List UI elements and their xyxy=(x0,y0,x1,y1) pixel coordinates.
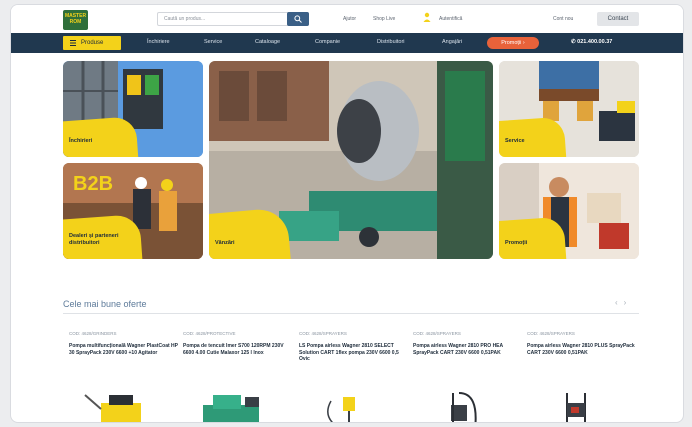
product-category: Cod: 4628/GRINDERS xyxy=(69,331,117,336)
tile-vanzari[interactable]: Vânzări xyxy=(209,61,493,259)
search-button[interactable] xyxy=(287,12,309,26)
menu-icon xyxy=(70,40,76,46)
product-name[interactable]: Pompa airless Wagner 2810 PRO HEA SprayP… xyxy=(413,343,523,356)
phone-icon: ✆ xyxy=(571,39,576,45)
nav-link-companie[interactable]: Companie xyxy=(315,39,340,45)
nav-link-angajari[interactable]: Angajări xyxy=(442,39,462,45)
section-title: Cele mai bune oferte xyxy=(63,299,147,309)
phone-label: 021.400.00.37 xyxy=(577,39,613,45)
tile-distribuitori[interactable]: B2B Dealeri și parteneri distribuitori xyxy=(63,163,203,259)
nav-link-cataloage[interactable]: Cataloage xyxy=(255,39,280,45)
tile-label-inchirieri: Închirieri xyxy=(69,138,93,144)
user-icon[interactable] xyxy=(423,12,431,22)
product-card[interactable]: Cod: 4628/SPRAYERS Pompa airless Wagner … xyxy=(413,331,523,423)
tile-promotii[interactable]: Promoții xyxy=(499,163,639,259)
search-icon xyxy=(294,15,302,23)
product-category: Cod: 4628/PROTECTIVE xyxy=(183,331,236,336)
chevron-left-icon[interactable]: ‹ xyxy=(615,298,624,307)
nav-link-inchiriere[interactable]: Închiriere xyxy=(147,39,170,45)
login-link[interactable]: Autentifică xyxy=(439,16,462,22)
carousel-arrows: ‹› xyxy=(615,298,632,307)
nav-link-distribuitori[interactable]: Distribuitori xyxy=(377,39,405,45)
main-nav: Produse Închiriere Service Cataloage Com… xyxy=(11,33,683,53)
product-card[interactable]: Cod: 4628/SPRAYERS LS Pompa airless Wagn… xyxy=(299,331,409,423)
product-name[interactable]: Pompa airless Wagner 2810 PLUS SprayPack… xyxy=(527,343,637,356)
tile-label-distribuitori-line1: Dealeri și parteneri xyxy=(69,233,119,239)
products-menu-button[interactable]: Produse xyxy=(63,36,121,50)
contact-button[interactable]: Contact xyxy=(597,12,639,26)
products-label: Produse xyxy=(81,40,104,46)
tile-label-distribuitori-line2: distribuitori xyxy=(69,240,100,246)
product-card[interactable]: Cod: 4628/GRINDERS Pompa multifuncțional… xyxy=(69,331,179,423)
new-account-link[interactable]: Cont nou xyxy=(553,16,573,22)
product-category: Cod: 4628/SPRAYERS xyxy=(299,331,347,336)
section-divider xyxy=(63,313,639,314)
promo-label: Promoții xyxy=(501,40,522,46)
product-image[interactable] xyxy=(309,389,389,423)
b2b-heading: B2B xyxy=(73,173,114,195)
product-name[interactable]: LS Pompa airless Wagner 2810 SELECT Solu… xyxy=(299,343,409,363)
product-name[interactable]: Pompa multifuncțională Wagner PlastCoat … xyxy=(69,343,179,356)
product-name[interactable]: Pompa de tencuit Imer S700 120RPM 230V 6… xyxy=(183,343,293,356)
product-image[interactable] xyxy=(79,389,159,423)
help-link[interactable]: Ajutor xyxy=(343,16,356,22)
phone-number[interactable]: ✆ 021.400.00.37 xyxy=(571,39,612,45)
product-image[interactable] xyxy=(193,389,273,423)
promo-button[interactable]: Promoții › xyxy=(487,37,539,49)
tile-label-vanzari: Vânzări xyxy=(215,240,235,246)
product-image[interactable] xyxy=(537,389,617,423)
site-logo[interactable]: MASTER ROM xyxy=(63,10,88,30)
tile-label-promotii: Promoții xyxy=(505,240,528,246)
tile-inchirieri[interactable]: Închirieri xyxy=(63,61,203,157)
product-category: Cod: 4628/SPRAYERS xyxy=(413,331,461,336)
tile-service[interactable]: Service xyxy=(499,61,639,157)
tile-label-distribuitori: Dealeri și parteneri distribuitori xyxy=(69,233,119,247)
tile-label-service: Service xyxy=(505,138,525,144)
product-card[interactable]: Cod: 4628/PROTECTIVE Pompa de tencuit Im… xyxy=(183,331,293,423)
product-card[interactable]: Cod: 4628/SPRAYERS Pompa airless Wagner … xyxy=(527,331,637,423)
product-category: Cod: 4628/SPRAYERS xyxy=(527,331,575,336)
product-image[interactable] xyxy=(423,389,503,423)
shop-live-link[interactable]: Shop Live xyxy=(373,16,395,22)
nav-link-service[interactable]: Service xyxy=(204,39,222,45)
chevron-right-icon[interactable]: › xyxy=(624,298,633,307)
top-bar: MASTER ROM Caută un produs... Ajutor Shop… xyxy=(11,5,683,33)
browser-frame: MASTER ROM Caută un produs... Ajutor Shop… xyxy=(10,4,684,423)
